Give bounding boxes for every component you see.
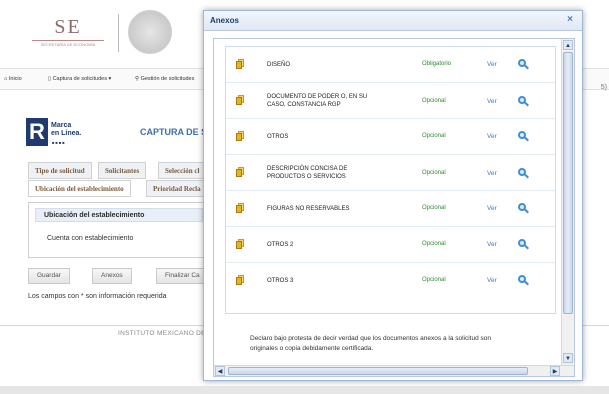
view-link[interactable]: Ver [487,98,497,105]
scroll-up-icon[interactable]: ▲ [563,40,573,50]
nav-home[interactable]: ⌂ Inicio [4,76,22,82]
view-link[interactable]: Ver [487,170,497,177]
magnifier-icon[interactable] [518,96,529,107]
annex-row: OTROS Opcional Ver [226,119,555,155]
annex-name: OTROS [267,134,289,140]
document-icon [236,275,245,285]
dialog-titlebar[interactable]: Anexos × [204,11,582,31]
dialog-title: Anexos [210,16,239,25]
magnifier-icon[interactable] [518,168,529,179]
scroll-right-icon[interactable]: ▶ [550,366,560,376]
view-link[interactable]: Ver [487,277,497,284]
magnifier-icon[interactable] [518,59,529,70]
annex-list: DISEÑO Obligatorio Ver DOCUMENTO DE PODE… [225,46,556,314]
document-icon [236,131,245,141]
document-icon [236,203,245,213]
horizontal-scroll-thumb[interactable] [228,367,528,375]
panel-row-establishment: Cuenta con establecimiento [47,235,134,242]
required-fields-note: Los campos con * son información requeri… [28,293,167,300]
document-icon [236,239,245,249]
annex-status: Obligatorio [422,61,452,67]
finalize-button[interactable]: Finalizar Ca [156,268,209,284]
annex-row: OTROS 3 Opcional Ver [226,263,555,299]
tab-establishment-location[interactable]: Ubicación del establecimiento [28,180,131,197]
annex-row: DISEÑO Obligatorio Ver [226,47,555,83]
brand-line1: Marca [51,122,72,129]
magnifier-icon[interactable] [518,239,529,250]
save-button[interactable]: Guardar [28,268,70,284]
nav-edge-glyph: 5) [600,84,607,91]
view-link[interactable]: Ver [487,61,497,68]
header-divider [118,14,119,52]
dialog-body: DISEÑO Obligatorio Ver DOCUMENTO DE PODE… [213,38,575,377]
brand-line2: en Línea. [51,130,82,137]
nav-manage-requests[interactable]: ⚲ Gestión de solicitudes [135,76,194,82]
annex-row: FIGURAS NO RESERVABLES Opcional Ver [226,191,555,227]
annex-name: DOCUMENTO DE PODER O, EN SU CASO, CONSTA… [267,94,368,108]
tab-applicants[interactable]: Solicitantes [98,162,147,179]
document-icon [236,59,245,69]
view-link[interactable]: Ver [487,205,497,212]
magnifier-icon[interactable] [518,203,529,214]
annex-name: DESCRIPCIÓN CONCISA DE PRODUCTOS O SERVI… [267,166,348,180]
annex-name: FIGURAS NO RESERVABLES [267,206,350,212]
se-logo: SE SECRETARÍA DE ECONOMÍA [28,16,108,52]
brand-letter: R [26,118,48,146]
annex-row: DESCRIPCIÓN CONCISA DE PRODUCTOS O SERVI… [226,155,555,191]
view-link[interactable]: Ver [487,241,497,248]
vertical-scrollbar[interactable]: ▲ ▼ [561,39,574,365]
view-link[interactable]: Ver [487,133,497,140]
annexes-dialog: Anexos × DISEÑO Obligatorio Ver DOCUMENT… [203,10,583,381]
bottom-band [0,386,609,394]
annex-status: Opcional [422,98,446,104]
annex-name: OTROS 2 [267,242,294,248]
nav-capture-requests[interactable]: ▯ Captura de solicitudes ▾ [48,76,111,82]
magnifier-icon[interactable] [518,131,529,142]
tab-priority[interactable]: Prioridad Recla [146,180,208,197]
annex-status: Opcional [422,170,446,176]
annex-row: DOCUMENTO DE PODER O, EN SU CASO, CONSTA… [226,83,555,119]
scroll-down-icon[interactable]: ▼ [563,353,573,363]
annex-row: OTROS 2 Opcional Ver [226,227,555,263]
tab-request-type[interactable]: Tipo de solicitud [28,162,92,179]
panel-header: Ubicación del establecimiento [35,208,203,222]
footer-text: INSTITUTO MEXICANO DE L [118,330,212,337]
annex-name: OTROS 3 [267,278,294,284]
national-seal-icon [128,10,172,54]
se-logo-initials: SE [54,16,82,38]
magnifier-icon[interactable] [518,275,529,286]
vertical-scroll-thumb[interactable] [563,52,573,314]
close-icon[interactable]: × [564,14,576,26]
horizontal-scrollbar[interactable]: ◀ ▶ [214,365,574,376]
annexes-button[interactable]: Anexos [92,268,132,284]
document-icon [236,95,245,105]
establishment-panel: Ubicación del establecimiento Cuenta con… [28,202,208,258]
annex-status: Opcional [422,241,446,247]
annex-status: Opcional [422,277,446,283]
se-logo-subtitle: SECRETARÍA DE ECONOMÍA [40,42,96,47]
document-icon [236,167,245,177]
form-tabs: Tipo de solicitud Solicitantes Selección… [28,162,208,198]
annex-status: Opcional [422,205,446,211]
marca-en-linea-logo: R Marca en Línea. ■■■■ [26,118,88,148]
declaration-text: Declaro bajo protesta de decir verdad qu… [250,335,492,352]
annex-name: DISEÑO [267,62,291,68]
tab-selection[interactable]: Selección cl [158,162,207,179]
annex-status: Opcional [422,133,446,139]
scroll-left-icon[interactable]: ◀ [215,366,225,376]
